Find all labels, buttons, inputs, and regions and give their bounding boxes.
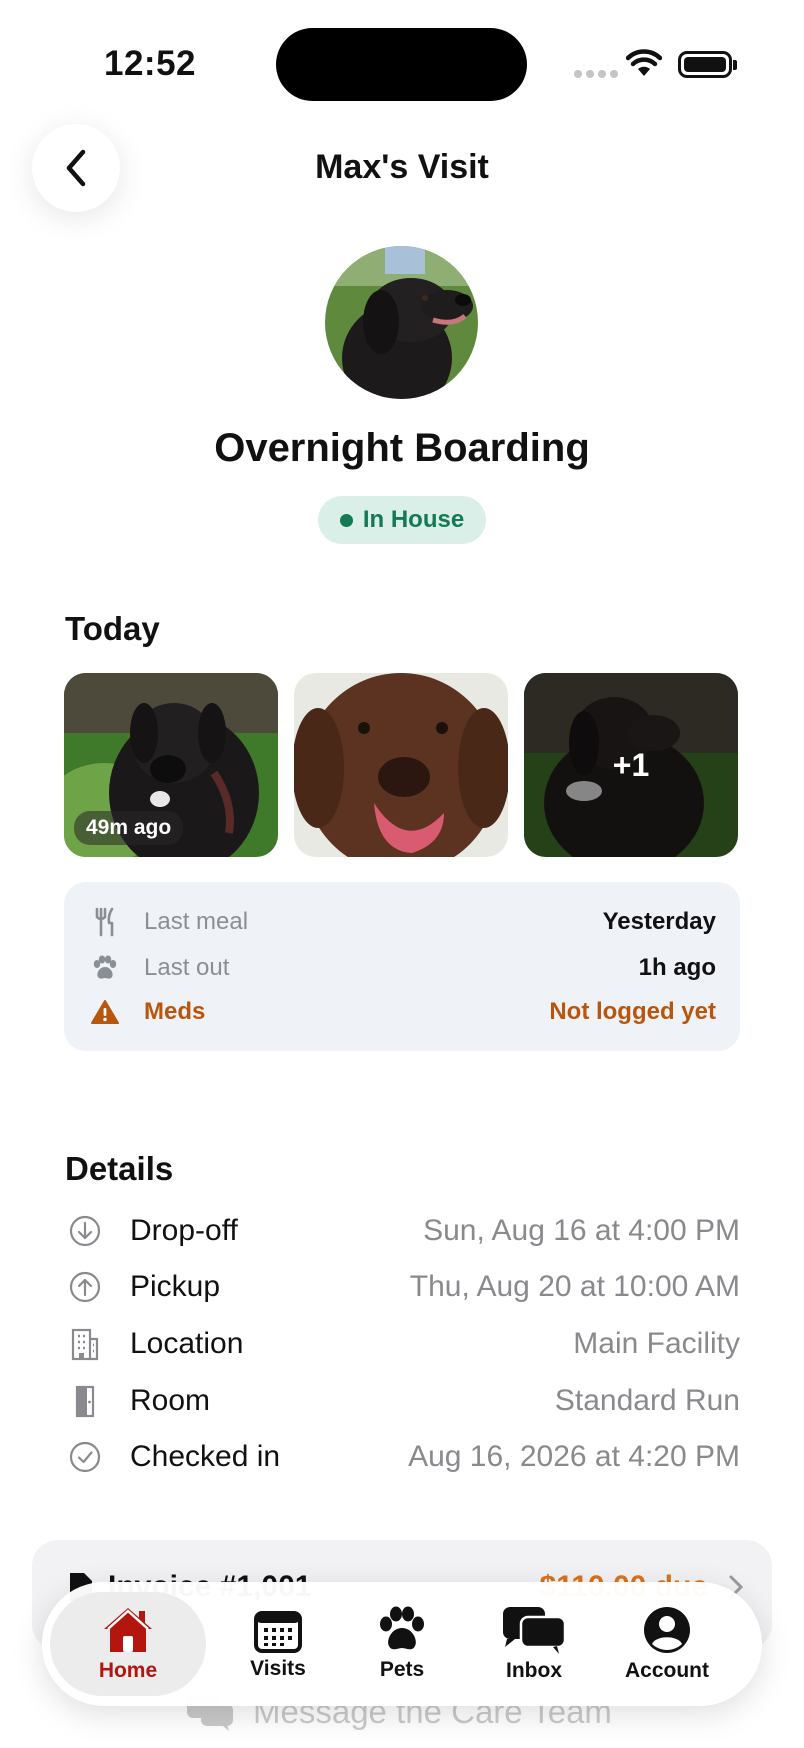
photo-timestamp: 49m ago (74, 811, 184, 845)
detail-row-pickup: Pickup Thu, Aug 20 at 10:00 AM (68, 1263, 740, 1311)
home-icon (104, 1608, 152, 1652)
detail-value: Sun, Aug 16 at 4:00 PM (423, 1214, 740, 1247)
warning-icon (90, 997, 120, 1027)
dynamic-island (276, 28, 527, 101)
page-title: Max's Visit (315, 148, 489, 186)
care-label: Meds (144, 998, 206, 1025)
detail-row-room: Room Standard Run (68, 1377, 740, 1425)
tab-label: Visits (250, 1657, 306, 1680)
status-dot (339, 513, 353, 527)
tab-pets[interactable]: Pets (342, 1592, 462, 1696)
status-badge: In House (318, 496, 486, 544)
pet-avatar (325, 246, 478, 399)
tab-label: Pets (379, 1658, 425, 1681)
care-label: Last meal (144, 908, 249, 935)
today-section-title: Today (65, 610, 160, 647)
detail-value: Aug 16, 2026 at 4:20 PM (408, 1440, 740, 1473)
care-value: Yesterday (602, 908, 716, 935)
tab-inbox[interactable]: Inbox (474, 1592, 594, 1696)
paw-icon (380, 1606, 424, 1650)
tab-label: Home (98, 1659, 158, 1682)
check-circle-icon (68, 1440, 102, 1474)
tab-label: Account (625, 1659, 709, 1682)
detail-value: Thu, Aug 20 at 10:00 AM (409, 1270, 740, 1303)
utensils-icon (90, 907, 120, 937)
tab-bar: Home Visits Pets Inbox Account (42, 1582, 762, 1706)
detail-label: Location (130, 1327, 244, 1360)
paw-icon (90, 953, 120, 983)
arrow-down-circle-icon (68, 1214, 102, 1248)
care-row-meds: Meds Not logged yet (90, 992, 716, 1032)
tab-home[interactable]: Home (50, 1592, 206, 1696)
photo-thumbnail[interactable]: 49m ago (64, 673, 278, 857)
building-icon (68, 1327, 102, 1361)
photo-thumbnail-more[interactable]: +1 (524, 673, 738, 857)
wifi-icon (626, 49, 662, 76)
calendar-icon (254, 1611, 302, 1653)
account-icon (644, 1607, 690, 1653)
photo-thumbnail[interactable] (294, 673, 508, 857)
status-badge-label: In House (362, 506, 465, 533)
details-section-title: Details (65, 1150, 174, 1187)
detail-label: Pickup (130, 1270, 221, 1303)
care-row-last-out: Last out 1h ago (90, 948, 716, 988)
detail-value: Main Facility (573, 1327, 740, 1360)
detail-row-location: Location Main Facility (68, 1320, 740, 1368)
detail-label: Drop-off (130, 1214, 238, 1247)
care-value: 1h ago (638, 954, 716, 981)
tab-label: Inbox (506, 1659, 562, 1682)
service-title: Overnight Boarding (214, 426, 590, 470)
detail-label: Checked in (130, 1440, 281, 1473)
detail-label: Room (130, 1384, 211, 1417)
care-row-last-meal: Last meal Yesterday (90, 902, 716, 942)
battery-icon (678, 51, 732, 78)
detail-value: Standard Run (554, 1384, 740, 1417)
status-time: 12:52 (104, 44, 197, 83)
door-icon (68, 1384, 102, 1418)
status-bar: 12:52 (0, 0, 804, 120)
arrow-up-circle-icon (68, 1270, 102, 1304)
detail-row-checked-in: Checked in Aug 16, 2026 at 4:20 PM (68, 1433, 740, 1481)
photo-strip: 49m ago +1 (64, 673, 740, 857)
care-label: Last out (144, 954, 230, 981)
cellular-signal-icon (574, 70, 618, 78)
tab-account[interactable]: Account (600, 1592, 734, 1696)
detail-row-drop-off: Drop-off Sun, Aug 16 at 4:00 PM (68, 1207, 740, 1255)
more-photos-overlay: +1 (524, 673, 738, 857)
tab-visits[interactable]: Visits (218, 1592, 338, 1696)
care-value: Not logged yet (549, 998, 716, 1025)
chat-icon (503, 1607, 567, 1654)
care-summary-card: Last meal Yesterday Last out 1h ago Meds… (64, 882, 740, 1051)
